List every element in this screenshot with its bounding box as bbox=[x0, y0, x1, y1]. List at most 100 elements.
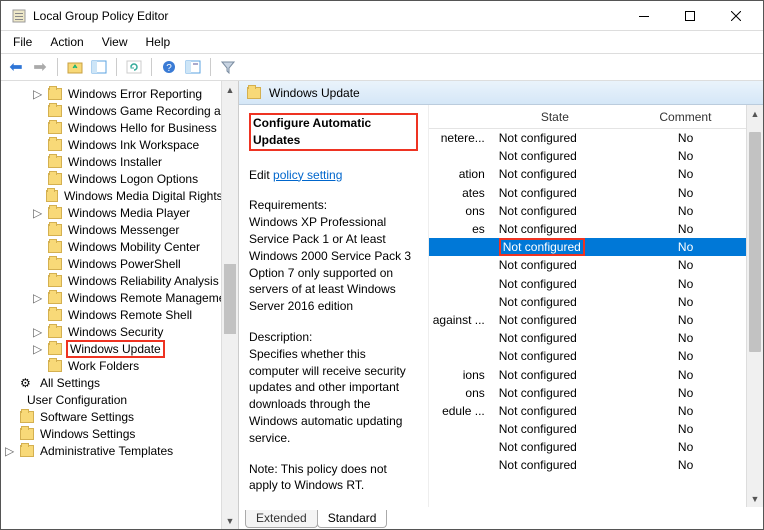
folder-icon bbox=[46, 190, 58, 202]
help-icon[interactable]: ? bbox=[160, 58, 178, 76]
cell-comment: No bbox=[625, 131, 746, 145]
tree-item-label: Windows Mobility Center bbox=[66, 240, 202, 254]
tab-standard[interactable]: Standard bbox=[317, 510, 388, 528]
tree-item-label: Work Folders bbox=[66, 359, 141, 373]
settings-list[interactable]: State Comment netere...Not configuredNoN… bbox=[429, 105, 746, 507]
column-comment[interactable]: Comment bbox=[625, 110, 746, 124]
tree-item-label: Windows Media Digital Rights M bbox=[62, 189, 238, 203]
cell-comment: No bbox=[625, 258, 746, 272]
list-row[interactable]: against ...Not configuredNo bbox=[429, 311, 746, 329]
tree-item[interactable]: ▷Windows Security bbox=[19, 323, 238, 340]
list-row[interactable]: Not configuredNo bbox=[429, 147, 746, 165]
close-button[interactable] bbox=[713, 1, 759, 31]
tree-item[interactable]: Work Folders bbox=[19, 357, 238, 374]
expand-icon[interactable]: ▷ bbox=[33, 87, 44, 101]
back-icon[interactable]: ⬅ bbox=[7, 58, 25, 76]
tree-item[interactable]: ▷Administrative Templates bbox=[5, 442, 238, 459]
list-row[interactable]: esNot configuredNo bbox=[429, 220, 746, 238]
cell-state: Not configured bbox=[485, 149, 625, 163]
view-tabs: Extended Standard bbox=[239, 507, 763, 529]
tree-item[interactable]: Windows Media Digital Rights M bbox=[19, 187, 238, 204]
tree-pane[interactable]: ▷Windows Error ReportingWindows Game Rec… bbox=[1, 81, 239, 529]
list-row[interactable]: onsNot configuredNo bbox=[429, 202, 746, 220]
list-row[interactable]: Not configuredNo bbox=[429, 456, 746, 474]
tree-item[interactable]: User Configuration bbox=[1, 391, 238, 408]
note-text: Note: This policy does not apply to Wind… bbox=[249, 461, 418, 495]
cell-comment: No bbox=[625, 240, 746, 254]
list-row[interactable]: ationNot configuredNo bbox=[429, 165, 746, 183]
tree-item[interactable]: Windows Hello for Business bbox=[19, 119, 238, 136]
filter-icon[interactable] bbox=[219, 58, 237, 76]
folder-icon bbox=[48, 360, 62, 372]
tree-item[interactable]: Windows Remote Shell bbox=[19, 306, 238, 323]
tree-item[interactable]: Windows Settings bbox=[5, 425, 238, 442]
tree-item[interactable]: Windows PowerShell bbox=[19, 255, 238, 272]
tree-item[interactable]: Windows Game Recording and bbox=[19, 102, 238, 119]
maximize-button[interactable] bbox=[667, 1, 713, 31]
tree-item[interactable]: Windows Messenger bbox=[19, 221, 238, 238]
tree-item-label: Windows Installer bbox=[66, 155, 164, 169]
cell-name: ions bbox=[429, 368, 485, 382]
window: Local Group Policy Editor File Action Vi… bbox=[0, 0, 764, 530]
tree-item-label: Windows Reliability Analysis bbox=[66, 274, 221, 288]
expand-icon[interactable]: ▷ bbox=[33, 325, 44, 339]
show-tree-icon[interactable] bbox=[90, 58, 108, 76]
cell-state: Not configured bbox=[485, 440, 625, 454]
list-header[interactable]: State Comment bbox=[429, 105, 746, 129]
tree-item[interactable]: Windows Reliability Analysis bbox=[19, 272, 238, 289]
tree-item-label: Windows Logon Options bbox=[66, 172, 200, 186]
app-icon bbox=[11, 8, 27, 24]
list-row[interactable]: Not configuredNo bbox=[429, 329, 746, 347]
tree-item[interactable]: ▷Windows Update bbox=[19, 340, 238, 357]
tree-item[interactable]: Windows Installer bbox=[19, 153, 238, 170]
tree-item[interactable]: Software Settings bbox=[5, 408, 238, 425]
list-row[interactable]: Not configuredNo bbox=[429, 347, 746, 365]
tree-item[interactable]: Windows Mobility Center bbox=[19, 238, 238, 255]
list-row[interactable]: Not configuredNo bbox=[429, 438, 746, 456]
list-row[interactable]: Not configuredNo bbox=[429, 275, 746, 293]
cell-state: Not configured bbox=[485, 186, 625, 200]
menu-help[interactable]: Help bbox=[138, 33, 179, 51]
folder-icon bbox=[48, 241, 62, 253]
tab-extended[interactable]: Extended bbox=[245, 510, 318, 528]
list-row[interactable]: ionsNot configuredNo bbox=[429, 365, 746, 383]
tree-item-label: Software Settings bbox=[38, 410, 136, 424]
list-row[interactable]: Not configuredNo bbox=[429, 420, 746, 438]
folder-icon bbox=[20, 428, 34, 440]
column-state[interactable]: State bbox=[485, 110, 625, 124]
scroll-down-icon: ▼ bbox=[222, 512, 238, 529]
expand-icon[interactable]: ▷ bbox=[5, 444, 16, 458]
menu-file[interactable]: File bbox=[5, 33, 40, 51]
refresh-icon[interactable] bbox=[125, 58, 143, 76]
minimize-button[interactable] bbox=[621, 1, 667, 31]
menu-action[interactable]: Action bbox=[42, 33, 91, 51]
menu-view[interactable]: View bbox=[94, 33, 136, 51]
expand-icon[interactable]: ▷ bbox=[33, 206, 44, 220]
folder-up-icon[interactable] bbox=[66, 58, 84, 76]
tree-item[interactable]: ▷Windows Media Player bbox=[19, 204, 238, 221]
list-scrollbar[interactable]: ▲ ▼ bbox=[746, 105, 763, 507]
list-row[interactable]: atesNot configuredNo bbox=[429, 184, 746, 202]
cell-state: Not configured bbox=[485, 404, 625, 418]
list-row[interactable]: edule ...Not configuredNo bbox=[429, 402, 746, 420]
gear-icon: ⚙ bbox=[20, 376, 34, 390]
list-row[interactable]: onsNot configuredNo bbox=[429, 384, 746, 402]
expand-icon[interactable]: ▷ bbox=[33, 291, 44, 305]
edit-label: Edit bbox=[249, 168, 270, 182]
folder-icon bbox=[48, 122, 62, 134]
tree-item[interactable]: ⚙All Settings bbox=[5, 374, 238, 391]
forward-icon[interactable]: ➡ bbox=[31, 58, 49, 76]
list-row[interactable]: Not configuredNo bbox=[429, 238, 746, 256]
list-row[interactable]: Not configuredNo bbox=[429, 293, 746, 311]
tree-item[interactable]: ▷Windows Error Reporting bbox=[19, 85, 238, 102]
tree-item[interactable]: ▷Windows Remote Management bbox=[19, 289, 238, 306]
cell-comment: No bbox=[625, 368, 746, 382]
tree-item[interactable]: Windows Ink Workspace bbox=[19, 136, 238, 153]
policy-setting-link[interactable]: policy setting bbox=[273, 168, 342, 182]
list-row[interactable]: Not configuredNo bbox=[429, 256, 746, 274]
tree-scrollbar[interactable]: ▲ ▼ bbox=[221, 81, 238, 529]
expand-icon[interactable]: ▷ bbox=[33, 342, 44, 356]
list-row[interactable]: netere...Not configuredNo bbox=[429, 129, 746, 147]
tree-item[interactable]: Windows Logon Options bbox=[19, 170, 238, 187]
properties-icon[interactable] bbox=[184, 58, 202, 76]
